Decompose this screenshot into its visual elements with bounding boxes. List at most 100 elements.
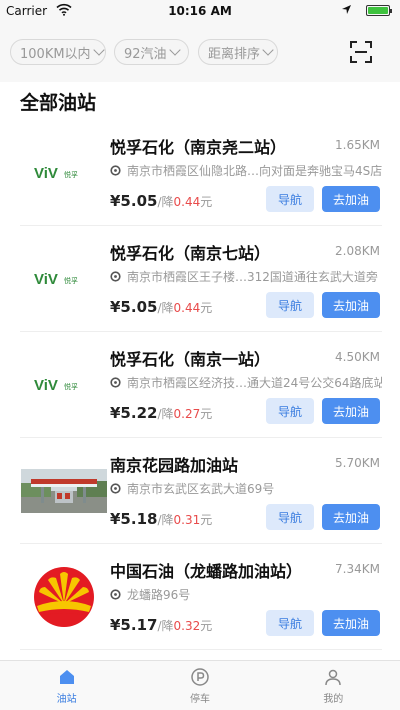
refuel-button[interactable]: 去加油 [322,504,380,530]
station-address: 龙蟠路96号 [127,588,191,602]
station-address-row: 南京市栖霞区经济技…通大道24号公交64路底站 [110,374,382,391]
tab-parking[interactable]: 停车 [133,661,266,710]
location-pin-icon [110,271,121,282]
station-list: ViV 悦孚 悦孚石化（南京尧二站） 1.65KM 南京市栖霞区仙隐北路…向对面… [0,120,400,650]
filter-bar: 100KM以内 92汽油 距离排序 [0,22,400,82]
discount-amount: 0.32 [173,619,201,633]
station-card[interactable]: ViV 悦孚 悦孚石化（南京一站） 4.50KM 南京市栖霞区经济技…通大道24… [20,332,382,438]
location-pin-icon [110,483,121,494]
discount-amount: 0.27 [173,407,201,421]
price-value: ¥5.05 [110,298,158,316]
svg-text:悦孚: 悦孚 [64,276,78,285]
svg-text:悦孚: 悦孚 [64,170,78,179]
station-price: ¥5.05/降0.44元 [110,298,212,316]
status-bar: Carrier 10:16 AM [0,0,400,22]
svg-text:ViV: ViV [34,271,58,288]
navigate-button[interactable]: 导航 [266,292,314,318]
discount-unit: 元 [200,619,213,633]
discount-unit: 元 [200,301,213,315]
navigate-button[interactable]: 导航 [266,504,314,530]
filter-fuel-type[interactable]: 92汽油 [114,39,189,65]
discount-amount: 0.44 [173,301,201,315]
page-title: 全部油站 [20,92,97,114]
station-name: 悦孚石化（南京尧二站） [110,138,287,157]
price-value: ¥5.22 [110,404,158,422]
discount-unit: 元 [200,407,213,421]
filter-sort-label: 距离排序 [208,46,261,62]
refuel-button[interactable]: 去加油 [322,398,380,424]
chevron-down-icon [262,44,274,56]
station-address-row: 南京市玄武区玄武大道69号 [110,480,382,497]
discount-prefix: /降 [157,407,174,421]
station-address: 南京市玄武区玄武大道69号 [127,482,275,496]
tab-profile[interactable]: 我的 [267,661,400,710]
station-card[interactable]: ViV 悦孚 悦孚石化（南京七站） 2.08KM 南京市栖霞区王子楼…312国道… [20,226,382,332]
discount-unit: 元 [200,195,213,209]
scan-icon[interactable] [350,41,372,63]
filter-fuel-label: 92汽油 [124,46,167,62]
location-pin-icon [110,589,121,600]
station-address: 南京市栖霞区经济技…通大道24号公交64路底站 [127,376,382,390]
discount-amount: 0.44 [173,195,201,209]
discount-prefix: /降 [157,513,174,527]
filter-distance-label: 100KM以内 [20,46,91,62]
home-icon [59,669,74,684]
discount-prefix: /降 [157,301,174,315]
station-name: 中国石油（龙蟠路加油站） [110,562,303,581]
station-address-row: 龙蟠路96号 [110,586,382,603]
station-photo [20,460,108,522]
viv-logo: ViV 悦孚 [20,142,108,204]
location-pin-icon [110,165,121,176]
price-value: ¥5.05 [110,192,158,210]
station-name: 悦孚石化（南京七站） [110,244,271,263]
filter-distance[interactable]: 100KM以内 [10,39,106,65]
station-distance: 4.50KM [335,350,380,364]
station-price: ¥5.18/降0.31元 [110,510,212,528]
station-price: ¥5.05/降0.44元 [110,192,212,210]
discount-unit: 元 [200,513,213,527]
price-value: ¥5.17 [110,616,158,634]
discount-amount: 0.31 [173,513,201,527]
viv-logo: ViV 悦孚 [20,248,108,310]
station-address: 南京市栖霞区仙隐北路…向对面是奔驰宝马4S店 [127,164,382,178]
station-address-row: 南京市栖霞区王子楼…312国道通往玄武大道旁 [110,268,382,285]
svg-text:ViV: ViV [34,165,58,182]
location-arrow-icon [342,5,351,14]
battery-icon [366,5,392,16]
refuel-button[interactable]: 去加油 [322,610,380,636]
filter-sort[interactable]: 距离排序 [198,39,278,65]
refuel-button[interactable]: 去加油 [322,292,380,318]
station-distance: 2.08KM [335,244,380,258]
price-value: ¥5.18 [110,510,158,528]
user-icon [325,669,342,685]
station-card[interactable]: 南京花园路加油站 5.70KM 南京市玄武区玄武大道69号 ¥5.18/降0.3… [20,438,382,544]
station-distance: 7.34KM [335,562,380,576]
svg-text:悦孚: 悦孚 [64,382,78,391]
petrochina-logo [20,566,108,628]
station-distance: 1.65KM [335,138,380,152]
refuel-button[interactable]: 去加油 [322,186,380,212]
station-price: ¥5.22/降0.27元 [110,404,212,422]
station-card[interactable]: ViV 悦孚 悦孚石化（南京尧二站） 1.65KM 南京市栖霞区仙隐北路…向对面… [20,120,382,226]
station-card[interactable]: 中国石油（龙蟠路加油站） 7.34KM 龙蟠路96号 ¥5.17/降0.32元 … [20,544,382,650]
station-name: 悦孚石化（南京一站） [110,350,271,369]
station-distance: 5.70KM [335,456,380,470]
station-name: 南京花园路加油站 [110,456,239,475]
discount-prefix: /降 [157,619,174,633]
tab-stations[interactable]: 油站 [0,661,133,710]
viv-logo: ViV 悦孚 [20,354,108,416]
navigate-button[interactable]: 导航 [266,610,314,636]
station-price: ¥5.17/降0.32元 [110,616,212,634]
svg-text:ViV: ViV [34,377,58,394]
station-address: 南京市栖霞区王子楼…312国道通往玄武大道旁 [127,270,378,284]
tab-profile-label: 我的 [323,693,344,705]
chevron-down-icon [168,44,181,56]
tab-stations-label: 油站 [56,693,77,705]
tab-bar: 油站 停车 我的 [0,660,400,710]
clock: 10:16 AM [168,4,232,18]
navigate-button[interactable]: 导航 [266,186,314,212]
navigate-button[interactable]: 导航 [266,398,314,424]
location-pin-icon [110,377,121,388]
station-address-row: 南京市栖霞区仙隐北路…向对面是奔驰宝马4S店 [110,162,382,179]
parking-icon [191,667,209,686]
